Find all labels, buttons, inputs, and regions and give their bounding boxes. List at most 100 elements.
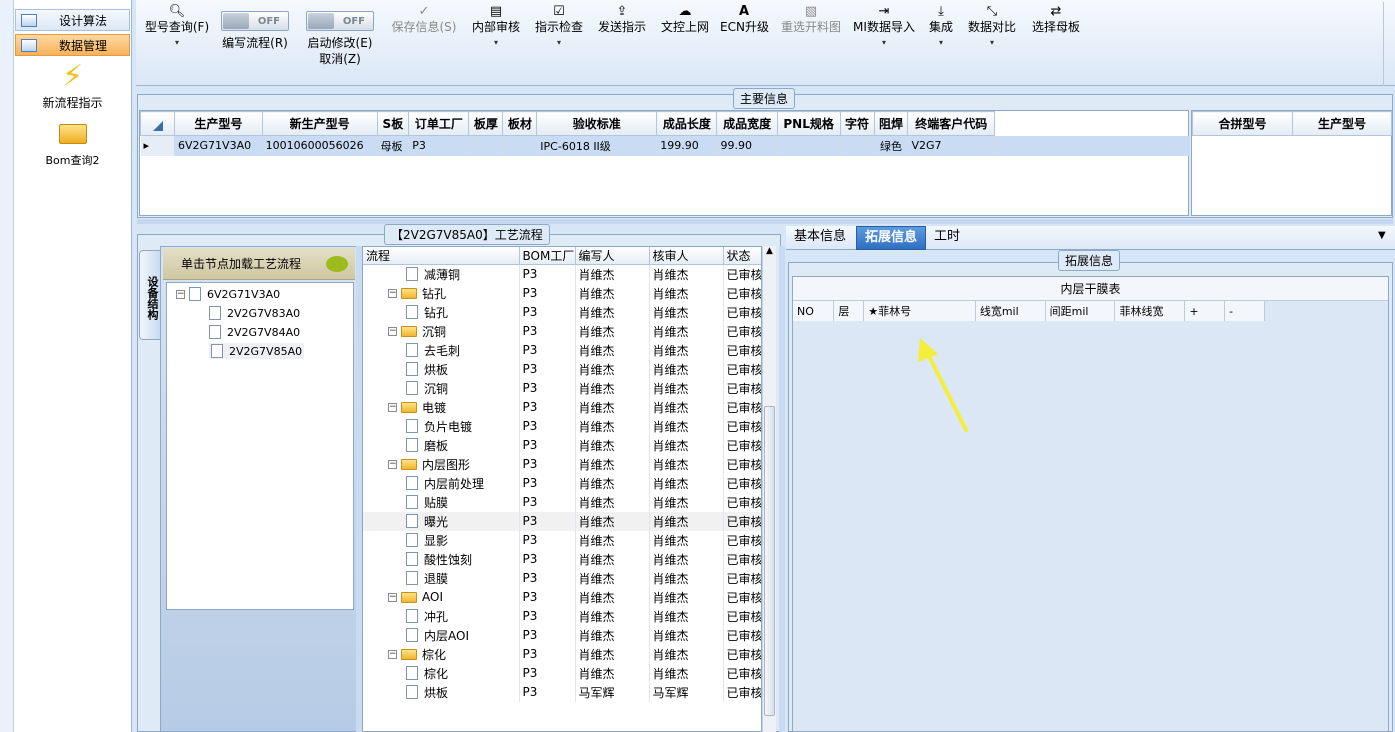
- row-selector-header[interactable]: [140, 111, 175, 136]
- col-header[interactable]: 间距mil: [1045, 301, 1116, 321]
- chevron-down-icon[interactable]: ▾: [924, 35, 958, 51]
- vertical-splitter[interactable]: [779, 246, 785, 732]
- col-header[interactable]: BOM工厂: [519, 247, 576, 265]
- collapse-icon[interactable]: −: [388, 288, 397, 298]
- table-row[interactable]: 去毛刺 P3 肖维杰 肖维杰 已审核: [363, 340, 761, 360]
- add-row-button[interactable]: +: [1184, 301, 1226, 321]
- vertical-scrollbar[interactable]: ▲: [762, 246, 776, 732]
- col-header[interactable]: S板: [376, 111, 410, 136]
- tab-work-hours[interactable]: 工时: [926, 226, 968, 250]
- collapse-icon[interactable]: −: [388, 402, 397, 412]
- table-row[interactable]: 烘板 P3 肖维杰 肖维杰 已审核: [363, 359, 761, 379]
- table-row[interactable]: 减薄铜 P3 肖维杰 肖维杰 已审核: [363, 264, 761, 284]
- tree-node[interactable]: 2V2G7V84A0: [209, 325, 300, 339]
- chevron-down-icon[interactable]: ▾: [966, 35, 1018, 51]
- reselect-cutting-chart-button[interactable]: ▧ 重选开料图: [778, 5, 844, 35]
- chevron-down-icon[interactable]: ▾: [470, 35, 522, 51]
- instruction-check-button[interactable]: ☑ 指示检查 ▾: [533, 5, 585, 51]
- ecn-upgrade-button[interactable]: A ECN升级: [720, 5, 769, 35]
- remove-row-button[interactable]: -: [1224, 301, 1265, 321]
- chevron-down-icon[interactable]: ▾: [533, 35, 585, 51]
- col-header[interactable]: 菲林线宽: [1114, 301, 1186, 321]
- col-header[interactable]: NO: [793, 301, 835, 321]
- table-row[interactable]: − 电镀 P3 肖维杰 肖维杰 已审核: [363, 397, 761, 417]
- table-row[interactable]: 显影 P3 肖维杰 肖维杰 已审核: [363, 530, 761, 550]
- data-compare-button[interactable]: ⤡ 数据对比 ▾: [966, 5, 1018, 51]
- table-row[interactable]: 酸性蚀刻 P3 肖维杰 肖维杰 已审核: [363, 549, 761, 569]
- tree-node[interactable]: − 6V2G71V3A0: [176, 287, 280, 301]
- col-header[interactable]: 层: [833, 301, 865, 321]
- tab-menu-chevron-icon[interactable]: ▼: [1378, 230, 1386, 241]
- model-query-button[interactable]: 🔍︎ 型号查询(F) ▾: [142, 5, 212, 51]
- col-header[interactable]: 生产型号: [1292, 111, 1392, 136]
- table-row[interactable]: − 内层图形 P3 肖维杰 肖维杰 已审核: [363, 454, 761, 474]
- send-instruction-button[interactable]: ⇪ 发送指示: [596, 5, 648, 35]
- toggle-switch[interactable]: OFF: [306, 11, 374, 31]
- internal-review-button[interactable]: ▤ 内部审核 ▾: [470, 5, 522, 51]
- table-row[interactable]: 磨板 P3 肖维杰 肖维杰 已审核: [363, 435, 761, 455]
- bom-query2-button[interactable]: Bom查询2: [15, 118, 130, 168]
- table-row[interactable]: 内层AOI P3 肖维杰 肖维杰 已审核: [363, 625, 761, 645]
- table-row[interactable]: ▸ 6V2G71V3A0 10010600056026 母板 P3 IPC-60…: [140, 135, 995, 156]
- col-header[interactable]: 终端客户代码: [907, 111, 995, 136]
- table-row[interactable]: 贴膜 P3 肖维杰 肖维杰 已审核: [363, 492, 761, 512]
- chevron-down-icon[interactable]: ▾: [142, 35, 212, 51]
- table-row[interactable]: − 沉铜 P3 肖维杰 肖维杰 已审核: [363, 321, 761, 341]
- new-flow-instruction-button[interactable]: ⚡ 新流程指示: [15, 60, 130, 111]
- horizontal-splitter[interactable]: [137, 219, 1393, 224]
- table-row[interactable]: 内层前处理 P3 肖维杰 肖维杰 已审核: [363, 473, 761, 493]
- left-collapse-strip[interactable]: [0, 0, 14, 732]
- collapse-icon[interactable]: −: [176, 289, 185, 299]
- col-header[interactable]: 状态: [723, 247, 761, 265]
- nav-item-design-algorithm[interactable]: 设计算法: [15, 9, 130, 31]
- col-header[interactable]: 板材: [502, 111, 538, 136]
- scrollbar-thumb[interactable]: [764, 406, 775, 716]
- tree-node-selected[interactable]: 2V2G7V85A0: [209, 343, 305, 359]
- col-header[interactable]: 字符: [839, 111, 875, 136]
- col-header[interactable]: 新生产型号: [261, 111, 378, 136]
- col-header[interactable]: 验收标准: [536, 111, 658, 136]
- save-info-button[interactable]: ✓ 保存信息(S): [388, 5, 460, 35]
- table-row[interactable]: 曝光 P3 肖维杰 肖维杰 已审核: [363, 511, 761, 531]
- tab-extended-info[interactable]: 拓展信息: [856, 226, 927, 250]
- table-row[interactable]: 退膜 P3 肖维杰 肖维杰 已审核: [363, 568, 761, 588]
- col-header[interactable]: 阻焊: [873, 111, 909, 136]
- table-row[interactable]: 冲孔 P3 肖维杰 肖维杰 已审核: [363, 606, 761, 626]
- chevron-down-icon[interactable]: ▾: [853, 35, 915, 51]
- scroll-up-icon[interactable]: ▲: [763, 246, 776, 256]
- col-header[interactable]: 板厚: [468, 111, 504, 136]
- integrate-button[interactable]: ⤓ 集成 ▾: [924, 5, 958, 51]
- tree-node[interactable]: 2V2G7V83A0: [209, 306, 300, 320]
- table-row[interactable]: 沉铜 P3 肖维杰 肖维杰 已审核: [363, 378, 761, 398]
- start-modify-toggle[interactable]: OFF 启动修改(E) 取消(Z): [304, 11, 376, 67]
- table-row[interactable]: 钻孔 P3 肖维杰 肖维杰 已审核: [363, 302, 761, 322]
- table-row[interactable]: − 棕化 P3 肖维杰 肖维杰 已审核: [363, 644, 761, 664]
- col-header[interactable]: 核审人: [649, 247, 724, 265]
- collapse-icon[interactable]: −: [388, 326, 397, 336]
- col-header[interactable]: 成品宽度: [716, 111, 778, 136]
- table-row[interactable]: 棕化 P3 肖维杰 肖维杰 已审核: [363, 663, 761, 683]
- col-header[interactable]: 线宽mil: [975, 301, 1046, 321]
- collapse-icon[interactable]: −: [388, 592, 397, 602]
- toggle-switch[interactable]: OFF: [221, 11, 289, 31]
- col-header[interactable]: 合拼型号: [1192, 111, 1293, 136]
- tab-basic-info[interactable]: 基本信息: [786, 226, 854, 250]
- table-row[interactable]: − AOI P3 肖维杰 肖维杰 已审核: [363, 587, 761, 607]
- col-header[interactable]: 编写人: [575, 247, 650, 265]
- col-header[interactable]: 成品长度: [656, 111, 718, 136]
- select-mother-board-button[interactable]: ⇄ 选择母板: [1030, 5, 1082, 35]
- col-header[interactable]: 生产型号: [174, 111, 263, 136]
- table-row[interactable]: 负片电镀 P3 肖维杰 肖维杰 已审核: [363, 416, 761, 436]
- col-header[interactable]: ★菲林号: [863, 301, 976, 321]
- col-header[interactable]: 流程: [363, 247, 520, 265]
- tree-view[interactable]: − 6V2G71V3A0 2V2G7V83A0 2V2G7V84A0 2V2G7…: [166, 282, 354, 610]
- table-row[interactable]: − 钻孔 P3 肖维杰 肖维杰 已审核: [363, 283, 761, 303]
- cancel-button[interactable]: 取消(Z): [304, 51, 376, 67]
- collapse-icon[interactable]: −: [388, 649, 397, 659]
- collapse-icon[interactable]: −: [388, 459, 397, 469]
- edit-flow-toggle[interactable]: OFF 编写流程(R): [220, 11, 290, 51]
- nav-item-data-management[interactable]: 数据管理: [15, 34, 130, 56]
- table-row[interactable]: 烘板 P3 马军辉 马军辉 已审核: [363, 682, 761, 702]
- col-header[interactable]: PNL规格: [776, 111, 841, 136]
- mi-data-import-button[interactable]: ⇥ MI数据导入 ▾: [853, 5, 915, 51]
